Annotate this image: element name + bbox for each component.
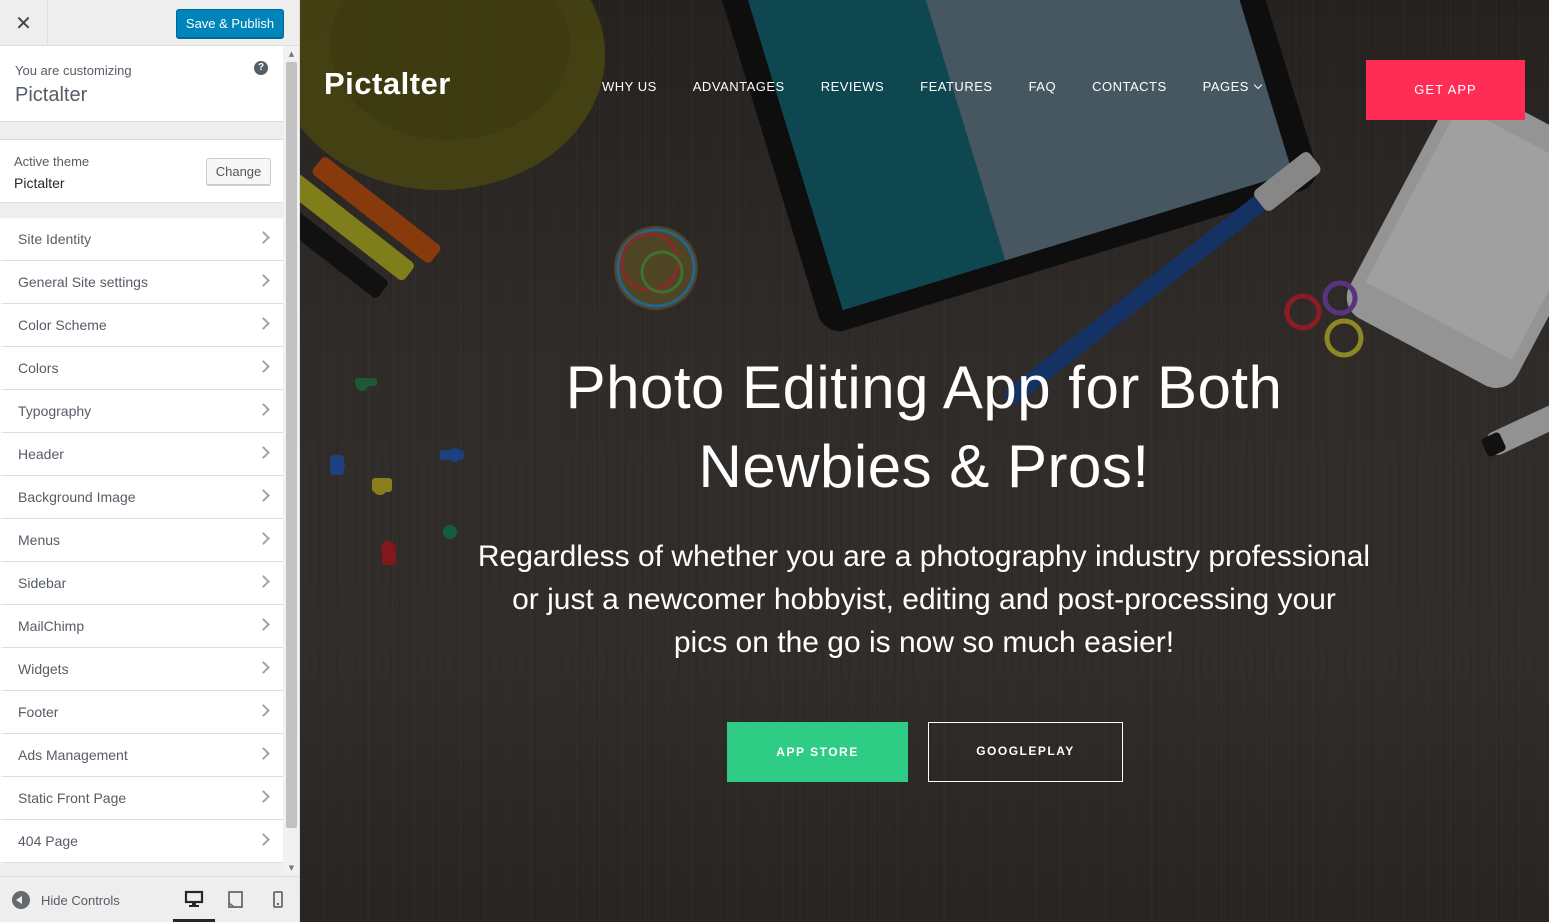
collapse-arrow-icon [12, 891, 30, 909]
chevron-right-icon [257, 618, 270, 631]
app-store-button[interactable]: APP STORE [727, 722, 908, 782]
site-preview: Pictalter WHY US ADVANTAGES REVIEWS FEAT… [300, 0, 1549, 922]
chevron-right-icon [257, 403, 270, 416]
section-site-identity[interactable]: Site Identity [0, 218, 283, 261]
close-customizer-button[interactable]: ✕ [0, 0, 48, 46]
chevron-right-icon [257, 747, 270, 760]
close-icon: ✕ [15, 11, 32, 35]
scrollbar-thumb[interactable] [286, 62, 297, 828]
section-color-scheme[interactable]: Color Scheme [0, 304, 283, 347]
desktop-icon [184, 890, 204, 907]
customizer-panel: You are customizing Pictalter ? Active t… [0, 46, 283, 876]
section-mailchimp[interactable]: MailChimp [0, 605, 283, 648]
nav-features[interactable]: FEATURES [920, 79, 992, 94]
google-play-button[interactable]: GOOGLEPLAY [928, 722, 1123, 782]
section-label: Footer [18, 704, 59, 720]
nav-advantages[interactable]: ADVANTAGES [693, 79, 785, 94]
section-colors[interactable]: Colors [0, 347, 283, 390]
get-app-button[interactable]: GET APP [1366, 60, 1525, 120]
nav-reviews[interactable]: REVIEWS [821, 79, 884, 94]
hero-title-line: Newbies & Pros! [698, 433, 1150, 500]
section-label: Typography [18, 403, 92, 419]
nav-faq[interactable]: FAQ [1029, 79, 1057, 94]
section-header[interactable]: Header [0, 433, 283, 476]
hero-subtitle-line: or just a newcomer hobbyist, editing and… [512, 583, 1336, 616]
chevron-right-icon [257, 231, 270, 244]
customizer-header: ✕ Save & Publish [0, 0, 299, 46]
active-theme-label: Active theme [14, 154, 90, 169]
chevron-right-icon [257, 489, 270, 502]
customizer-footer: Hide Controls [0, 876, 299, 922]
chevron-right-icon [257, 532, 270, 545]
section-label: Menus [18, 532, 61, 548]
active-theme-name: Pictalter [14, 175, 65, 191]
chevron-right-icon [257, 833, 270, 846]
section-footer[interactable]: Footer [0, 691, 283, 734]
section-general-site-settings[interactable]: General Site settings [0, 261, 283, 304]
chevron-right-icon [257, 661, 270, 674]
nav-contacts[interactable]: CONTACTS [1092, 79, 1167, 94]
section-label: Color Scheme [18, 317, 107, 333]
mobile-preview-button[interactable] [268, 889, 288, 909]
chevron-right-icon [257, 575, 270, 588]
tablet-icon [228, 891, 243, 908]
section-404-page[interactable]: 404 Page [0, 820, 283, 863]
main-nav: WHY US ADVANTAGES REVIEWS FEATURES FAQ C… [602, 79, 1297, 94]
section-label: Colors [18, 360, 59, 376]
site-brand-logo[interactable]: Pictalter [324, 66, 451, 102]
chevron-right-icon [257, 704, 270, 717]
scroll-up-icon[interactable]: ▲ [283, 46, 299, 62]
section-label: Static Front Page [18, 790, 127, 806]
section-label: Background Image [18, 489, 136, 505]
nav-pages-label: PAGES [1202, 79, 1249, 94]
change-theme-button[interactable]: Change [206, 158, 271, 185]
help-icon[interactable]: ? [254, 61, 268, 75]
nav-why-us[interactable]: WHY US [602, 79, 657, 94]
customize-info: You are customizing Pictalter ? [0, 46, 283, 122]
section-static-front-page[interactable]: Static Front Page [0, 777, 283, 820]
section-widgets[interactable]: Widgets [0, 648, 283, 691]
section-background-image[interactable]: Background Image [0, 476, 283, 519]
section-label: Header [18, 446, 64, 462]
desktop-preview-button[interactable] [184, 889, 204, 909]
chevron-right-icon [257, 274, 270, 287]
section-label: Sidebar [18, 575, 67, 591]
site-title: Pictalter [15, 84, 88, 106]
customizer-sidebar: ✕ Save & Publish You are customizing Pic… [0, 0, 300, 922]
hero-subtitle: Regardless of whether you are a photogra… [424, 535, 1424, 664]
hero-title-line: Photo Editing App for Both [565, 354, 1283, 421]
section-label: MailChimp [18, 618, 85, 634]
active-theme-panel: Active theme Pictalter Change [0, 139, 283, 203]
section-label: Site Identity [18, 231, 92, 247]
section-menus[interactable]: Menus [0, 519, 283, 562]
section-list: Site Identity General Site settings Colo… [0, 218, 283, 863]
section-typography[interactable]: Typography [0, 390, 283, 433]
customizing-label: You are customizing [15, 63, 132, 78]
chevron-right-icon [257, 790, 270, 803]
chevron-down-icon [1253, 80, 1263, 89]
section-sidebar[interactable]: Sidebar [0, 562, 283, 605]
section-label: Widgets [18, 661, 69, 677]
hero-subtitle-line: pics on the go is now so much easier! [673, 626, 1175, 659]
mobile-icon [273, 891, 283, 908]
hero-subtitle-line: Regardless of whether you are a photogra… [477, 540, 1371, 573]
section-ads-management[interactable]: Ads Management [0, 734, 283, 777]
chevron-right-icon [257, 360, 270, 373]
chevron-right-icon [257, 446, 270, 459]
sidebar-scrollbar[interactable]: ▲ ▼ [283, 46, 299, 876]
tablet-preview-button[interactable] [226, 889, 246, 909]
hide-controls-button[interactable]: Hide Controls [12, 889, 120, 911]
hero-title: Photo Editing App for Both Newbies & Pro… [424, 348, 1424, 506]
nav-pages-dropdown[interactable]: PAGES [1202, 79, 1263, 94]
scroll-down-icon[interactable]: ▼ [283, 860, 299, 876]
section-label: 404 Page [18, 833, 78, 849]
section-label: General Site settings [18, 274, 148, 290]
chevron-right-icon [257, 317, 270, 330]
save-publish-button[interactable]: Save & Publish [176, 9, 284, 38]
hide-controls-label: Hide Controls [41, 892, 120, 908]
section-label: Ads Management [18, 747, 128, 763]
